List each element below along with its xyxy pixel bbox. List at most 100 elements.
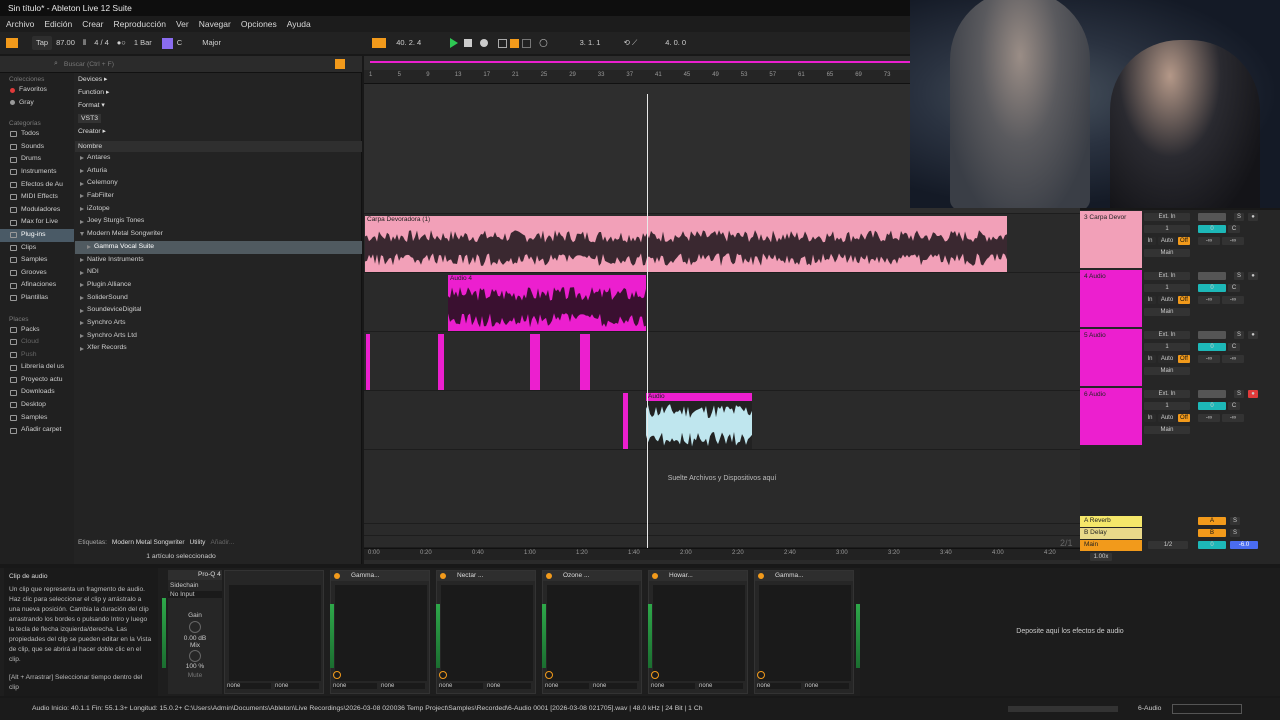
overdub-icon[interactable]	[498, 38, 508, 48]
list-item[interactable]: Synchro Arts	[75, 317, 362, 330]
expand-icon[interactable]	[80, 333, 84, 338]
loop-switch-icon[interactable]	[522, 38, 532, 48]
mixer-control[interactable]: -∞	[1222, 296, 1244, 304]
audio-clip[interactable]: Audio 4	[448, 275, 646, 331]
list-item[interactable]: Antares	[75, 152, 362, 165]
mixer-control[interactable]: -∞	[1198, 237, 1220, 245]
solo-button[interactable]: S	[1230, 517, 1240, 525]
scale-select[interactable]: Major	[198, 36, 248, 50]
mixer-control[interactable]: C	[1228, 343, 1240, 351]
tag-chip[interactable]: Utility	[190, 539, 206, 546]
expand-icon[interactable]	[80, 194, 84, 199]
follow-icon[interactable]	[372, 38, 387, 48]
filter-function[interactable]: Function ▸	[75, 86, 362, 99]
mixer-control[interactable]: Off	[1178, 296, 1190, 304]
solo-button[interactable]: S	[1234, 390, 1244, 398]
play-icon[interactable]	[450, 38, 459, 48]
expand-icon[interactable]	[80, 257, 84, 262]
arm-button[interactable]: ●	[1248, 331, 1258, 339]
mix-knob[interactable]	[189, 650, 201, 662]
song-position[interactable]: 40. 2. 4	[392, 36, 446, 50]
menu-reproduccion[interactable]: Reproducción	[114, 19, 166, 29]
track-header-6[interactable]: 6 Audio	[1080, 388, 1142, 445]
arm-button[interactable]: ●	[1248, 213, 1258, 221]
expand-icon[interactable]	[80, 295, 84, 300]
expand-icon[interactable]	[80, 156, 84, 161]
beat-ruler[interactable]: 1 5 9 13 17 21 25 29 33 37 41 45 49 53 57 61 65 69 73	[364, 70, 910, 84]
tempo-field[interactable]: 87.00	[52, 36, 79, 50]
send-button[interactable]: A	[1198, 517, 1226, 525]
list-item[interactable]: Gamma Vocal Suite	[75, 240, 362, 254]
expand-icon[interactable]	[80, 207, 84, 212]
device-header[interactable]: Gamma...	[755, 571, 853, 581]
list-item[interactable]: Plugin Alliance	[75, 279, 362, 292]
place-4[interactable]: Proyecto actu	[0, 374, 74, 387]
mixer-control[interactable]: Off	[1178, 355, 1190, 363]
view-toggle-icon[interactable]	[6, 38, 18, 48]
track-header-4[interactable]: 4 Audio	[1080, 270, 1142, 327]
audio-clip[interactable]	[623, 393, 628, 449]
mixer-control[interactable]: In	[1144, 296, 1156, 304]
key-select[interactable]: C	[173, 36, 186, 50]
menu-edicion[interactable]: Edición	[44, 19, 72, 29]
menu-ver[interactable]: Ver	[176, 19, 189, 29]
metronome-icon[interactable]: ⦀	[79, 36, 90, 50]
route-select[interactable]: none	[487, 683, 531, 689]
track-activator[interactable]	[1198, 390, 1226, 398]
return-header[interactable]: B Delay	[1080, 528, 1142, 539]
mixer-control[interactable]: C	[1228, 402, 1240, 410]
route-select[interactable]: none	[545, 683, 589, 689]
time-ruler[interactable]: 0:00 0:20 0:40 1:00 1:20 1:40 2:00 2:20 2:40 3:00…	[364, 548, 1080, 560]
record-quantize-icon[interactable]: ●○	[113, 36, 130, 50]
device-header[interactable]: Ozone ...	[543, 571, 641, 581]
list-item[interactable]: SoliderSound	[75, 292, 362, 305]
mixer-control[interactable]: In	[1144, 237, 1156, 245]
mixer-control[interactable]: Ext. In	[1144, 390, 1190, 398]
search-options-icon[interactable]	[335, 59, 345, 69]
expand-icon[interactable]	[80, 321, 84, 326]
route-select[interactable]: none	[227, 683, 271, 689]
sidechain-input[interactable]: No Input	[168, 591, 222, 598]
power-icon[interactable]	[334, 573, 340, 579]
expand-icon[interactable]	[87, 245, 91, 250]
track-header-5[interactable]: 5 Audio	[1080, 329, 1142, 386]
mixer-control[interactable]: 1	[1144, 343, 1190, 351]
dry-wet-knob[interactable]	[651, 671, 659, 679]
master-ratio[interactable]: 1/2	[1148, 541, 1188, 549]
collection-favoritos[interactable]: Favoritos	[0, 84, 74, 97]
list-item[interactable]: Xfer Records	[75, 342, 362, 355]
loop-start[interactable]: 3. 1. 1	[576, 36, 620, 50]
list-item[interactable]: SoundeviceDigital	[75, 304, 362, 317]
solo-button[interactable]: S	[1234, 213, 1244, 221]
mixer-control[interactable]: C	[1228, 284, 1240, 292]
expand-icon[interactable]	[80, 308, 84, 313]
record-icon[interactable]	[480, 39, 489, 47]
route-select[interactable]: none	[805, 683, 849, 689]
route-select[interactable]: none	[757, 683, 801, 689]
menu-navegar[interactable]: Navegar	[199, 19, 231, 29]
filter-creator[interactable]: Creator ▸	[75, 125, 362, 138]
list-header[interactable]: Nombre	[75, 141, 362, 152]
category-2[interactable]: Drums	[0, 153, 74, 166]
master-volume[interactable]: 0	[1198, 541, 1226, 549]
mixer-control[interactable]: Off	[1178, 414, 1190, 422]
mixer-control[interactable]: In	[1144, 355, 1156, 363]
menu-crear[interactable]: Crear	[82, 19, 103, 29]
return-header[interactable]: A Reverb	[1080, 516, 1142, 527]
power-icon[interactable]	[546, 573, 552, 579]
expand-icon[interactable]	[80, 270, 84, 275]
mixer-control[interactable]: 0	[1198, 343, 1226, 351]
track-activator[interactable]	[1198, 272, 1226, 280]
place-2[interactable]: Push	[0, 349, 74, 362]
arm-button[interactable]: ●	[1248, 272, 1258, 280]
expand-icon[interactable]	[80, 169, 84, 174]
send-button[interactable]: B	[1198, 529, 1226, 537]
power-icon[interactable]	[758, 573, 764, 579]
category-10[interactable]: Samples	[0, 254, 74, 267]
audio-clip[interactable]	[366, 334, 370, 390]
list-item[interactable]: iZotope	[75, 203, 362, 216]
menu-archivo[interactable]: Archivo	[6, 19, 34, 29]
list-item[interactable]: Synchro Arts Ltd	[75, 330, 362, 343]
track-activator[interactable]	[1198, 331, 1226, 339]
place-7[interactable]: Samples	[0, 412, 74, 425]
